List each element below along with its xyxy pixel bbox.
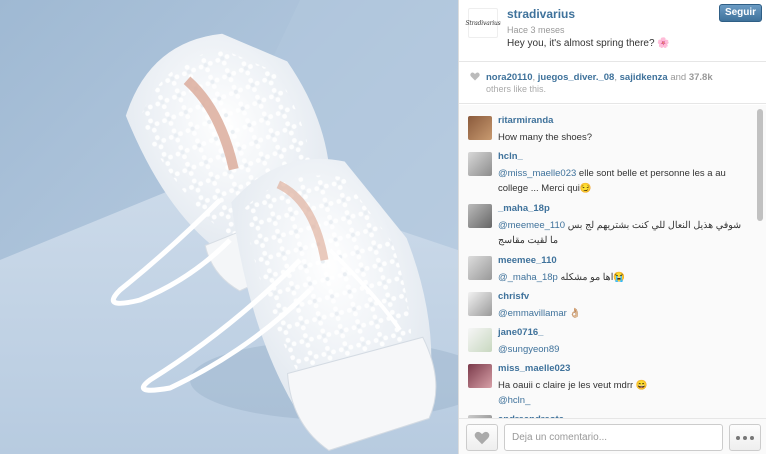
comment-mention[interactable]: @hcln_ <box>498 395 530 406</box>
post-photo[interactable] <box>0 0 458 454</box>
like-button[interactable] <box>466 424 498 451</box>
comment-footer <box>459 418 766 454</box>
post-caption: Hey you, it's almost spring there? 🌸 <box>507 38 670 49</box>
comment-text: @meemee_110 شوفي هذيل النعال للي كنت بشت… <box>498 218 748 248</box>
avatar[interactable] <box>468 292 492 316</box>
likes-count[interactable]: 37.8k <box>689 72 713 83</box>
like-user-link[interactable]: juegos_diver._08 <box>538 72 615 83</box>
comment-text: @emmavillamar 👌🏼 <box>498 306 748 321</box>
comment-username[interactable]: jane0716_ <box>498 327 543 338</box>
list-item: meemee_110 @_maha_18p اها مو مشكله😭 <box>459 248 755 284</box>
comment-username[interactable]: chrisfv <box>498 291 529 302</box>
list-item: _maha_18p @meemee_110 شوفي هذيل النعال ل… <box>459 196 755 248</box>
post-header: Stradivarius stradivarius Hace 3 meses H… <box>459 0 766 62</box>
list-item: jane0716_ @sungyeon89 <box>459 320 755 356</box>
comment-input[interactable] <box>504 424 723 451</box>
list-item: miss_maelle023 Ha oauii c claire je les … <box>459 356 755 408</box>
more-dots-icon <box>736 435 740 440</box>
like-user-link[interactable]: sajidkenza <box>620 72 668 83</box>
sneakers-image <box>0 0 458 454</box>
follow-button[interactable]: Seguir <box>719 4 762 22</box>
comment-mention[interactable]: @miss_maelle023 <box>498 168 576 179</box>
more-options-button[interactable] <box>729 424 761 451</box>
comments-list[interactable]: ritarmiranda How many the shoes? hcln_ @… <box>459 105 766 418</box>
likes-users: nora20110, juegos_diver._08, sajidkenza … <box>486 72 713 83</box>
avatar[interactable]: Stradivarius <box>465 8 501 38</box>
scrollbar-thumb[interactable] <box>757 109 763 221</box>
comment-username[interactable]: hcln_ <box>498 151 523 162</box>
comment-username[interactable]: _maha_18p <box>498 203 550 214</box>
comment-username[interactable]: ritarmiranda <box>498 115 553 126</box>
likes-summary: nora20110, juegos_diver._08, sajidkenza … <box>459 62 766 104</box>
avatar[interactable] <box>468 364 492 388</box>
more-dots-icon <box>743 435 747 440</box>
heart-icon <box>474 431 490 444</box>
comment-mention[interactable]: @sungyeon89 <box>498 344 559 355</box>
comment-username[interactable]: miss_maelle023 <box>498 363 570 374</box>
comment-mention[interactable]: @emmavillamar <box>498 308 567 319</box>
heart-icon <box>470 72 480 81</box>
avatar[interactable] <box>468 256 492 280</box>
list-item: hcln_ @miss_maelle023 elle sont belle et… <box>459 144 755 196</box>
comment-body: اها مو مشكله😭 <box>560 272 626 283</box>
comment-mention[interactable]: @_maha_18p <box>498 272 558 283</box>
comment-text: @sungyeon89 <box>498 342 748 357</box>
comment-body: 👌🏼 <box>566 308 582 319</box>
post-details-panel: Stradivarius stradivarius Hace 3 meses H… <box>458 0 766 454</box>
post-username[interactable]: stradivarius <box>507 7 575 21</box>
avatar[interactable] <box>468 204 492 228</box>
avatar[interactable] <box>468 328 492 352</box>
list-item: andreandreota <box>459 407 755 418</box>
more-dots-icon <box>750 435 754 440</box>
likes-others: others like this. <box>486 84 547 94</box>
post-timestamp[interactable]: Hace 3 meses <box>507 25 565 35</box>
list-item: ritarmiranda How many the shoes? <box>459 108 755 144</box>
like-user-link[interactable]: nora20110 <box>486 72 532 83</box>
comment-text: @_maha_18p اها مو مشكله😭 <box>498 270 748 285</box>
comment-text: How many the shoes? <box>498 132 592 143</box>
comments-scrollbar[interactable] <box>756 106 764 416</box>
avatar[interactable] <box>468 152 492 176</box>
likes-separator: , <box>532 72 536 83</box>
likes-separator: , <box>614 72 617 83</box>
avatar[interactable] <box>468 116 492 140</box>
comment-body: Ha oauii c claire je les veut mdrr 😄 <box>498 380 648 391</box>
comment-username[interactable]: meemee_110 <box>498 255 557 266</box>
likes-and: and <box>670 72 687 83</box>
comment-text: Ha oauii c claire je les veut mdrr 😄 @hcl… <box>498 378 748 408</box>
comment-text: @miss_maelle023 elle sont belle et perso… <box>498 166 748 196</box>
comment-mention[interactable]: @meemee_110 <box>498 220 565 231</box>
list-item: chrisfv @emmavillamar 👌🏼 <box>459 284 755 320</box>
